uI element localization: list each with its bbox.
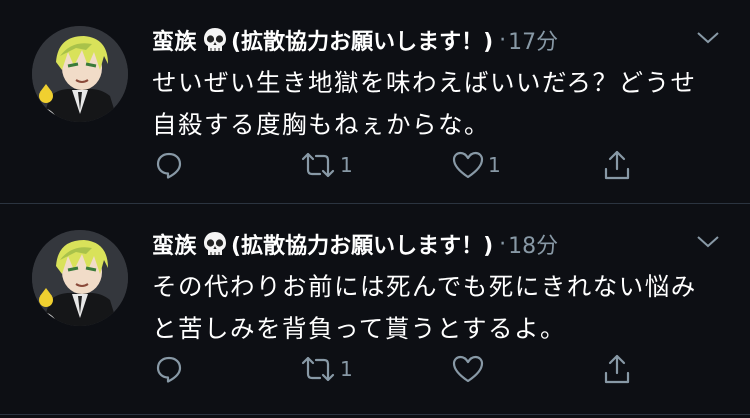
like-count: 1	[488, 153, 501, 177]
chevron-down-icon[interactable]	[696, 234, 720, 250]
chevron-down-icon[interactable]	[696, 30, 720, 46]
tweet-actions: 1 1	[152, 148, 652, 182]
avatar-illustration	[32, 230, 128, 326]
timestamp[interactable]: 18分	[508, 228, 558, 260]
share-button[interactable]	[602, 352, 632, 386]
separator: ·	[499, 231, 507, 257]
reply-icon	[156, 356, 182, 383]
heart-icon	[452, 151, 484, 179]
divider	[0, 414, 750, 415]
share-button[interactable]	[602, 148, 632, 182]
reply-button[interactable]	[154, 148, 188, 182]
display-name[interactable]: 蛮族	[152, 228, 197, 260]
skull-emoji-icon	[201, 230, 229, 258]
retweet-icon	[301, 152, 335, 178]
tweet[interactable]: 蛮族 (拡散協力お願いします！) · 17分 せいぜい生き地獄を味わえばいいだろ…	[0, 0, 750, 203]
tweet-text: その代わりお前には死んでも死にきれない悩みと苦しみを背負って貰うとするよ。	[152, 272, 697, 343]
timestamp[interactable]: 17分	[508, 24, 558, 56]
like-button[interactable]	[452, 352, 488, 386]
retweet-button[interactable]: 1	[300, 148, 353, 182]
avatar[interactable]	[32, 230, 128, 326]
tweet[interactable]: 蛮族 (拡散協力お願いします！) · 18分 その代わりお前には死んでも死にきれ…	[0, 203, 750, 406]
tweet-header: 蛮族 (拡散協力お願いします！) · 17分	[152, 24, 558, 56]
avatar-illustration	[32, 26, 128, 122]
display-name[interactable]: 蛮族	[152, 24, 197, 56]
retweet-button[interactable]: 1	[300, 352, 353, 386]
share-icon	[604, 354, 630, 384]
share-icon	[604, 150, 630, 180]
tweet-actions: 1	[152, 352, 652, 386]
reply-button[interactable]	[154, 352, 188, 386]
tweet-text: せいぜい生き地獄を味わえばいいだろ？どうせ自殺する度胸もねぇからな。	[152, 68, 697, 139]
display-name-suffix[interactable]: (拡散協力お願いします！)	[231, 24, 493, 56]
retweet-count: 1	[340, 153, 353, 177]
reply-icon	[156, 152, 182, 179]
avatar[interactable]	[32, 26, 128, 122]
heart-icon	[452, 355, 484, 383]
retweet-icon	[301, 356, 335, 382]
skull-emoji-icon	[201, 26, 229, 54]
like-button[interactable]: 1	[452, 148, 501, 182]
separator: ·	[499, 27, 507, 53]
tweet-header: 蛮族 (拡散協力お願いします！) · 18分	[152, 228, 558, 260]
display-name-suffix[interactable]: (拡散協力お願いします！)	[231, 228, 493, 260]
retweet-count: 1	[340, 357, 353, 381]
